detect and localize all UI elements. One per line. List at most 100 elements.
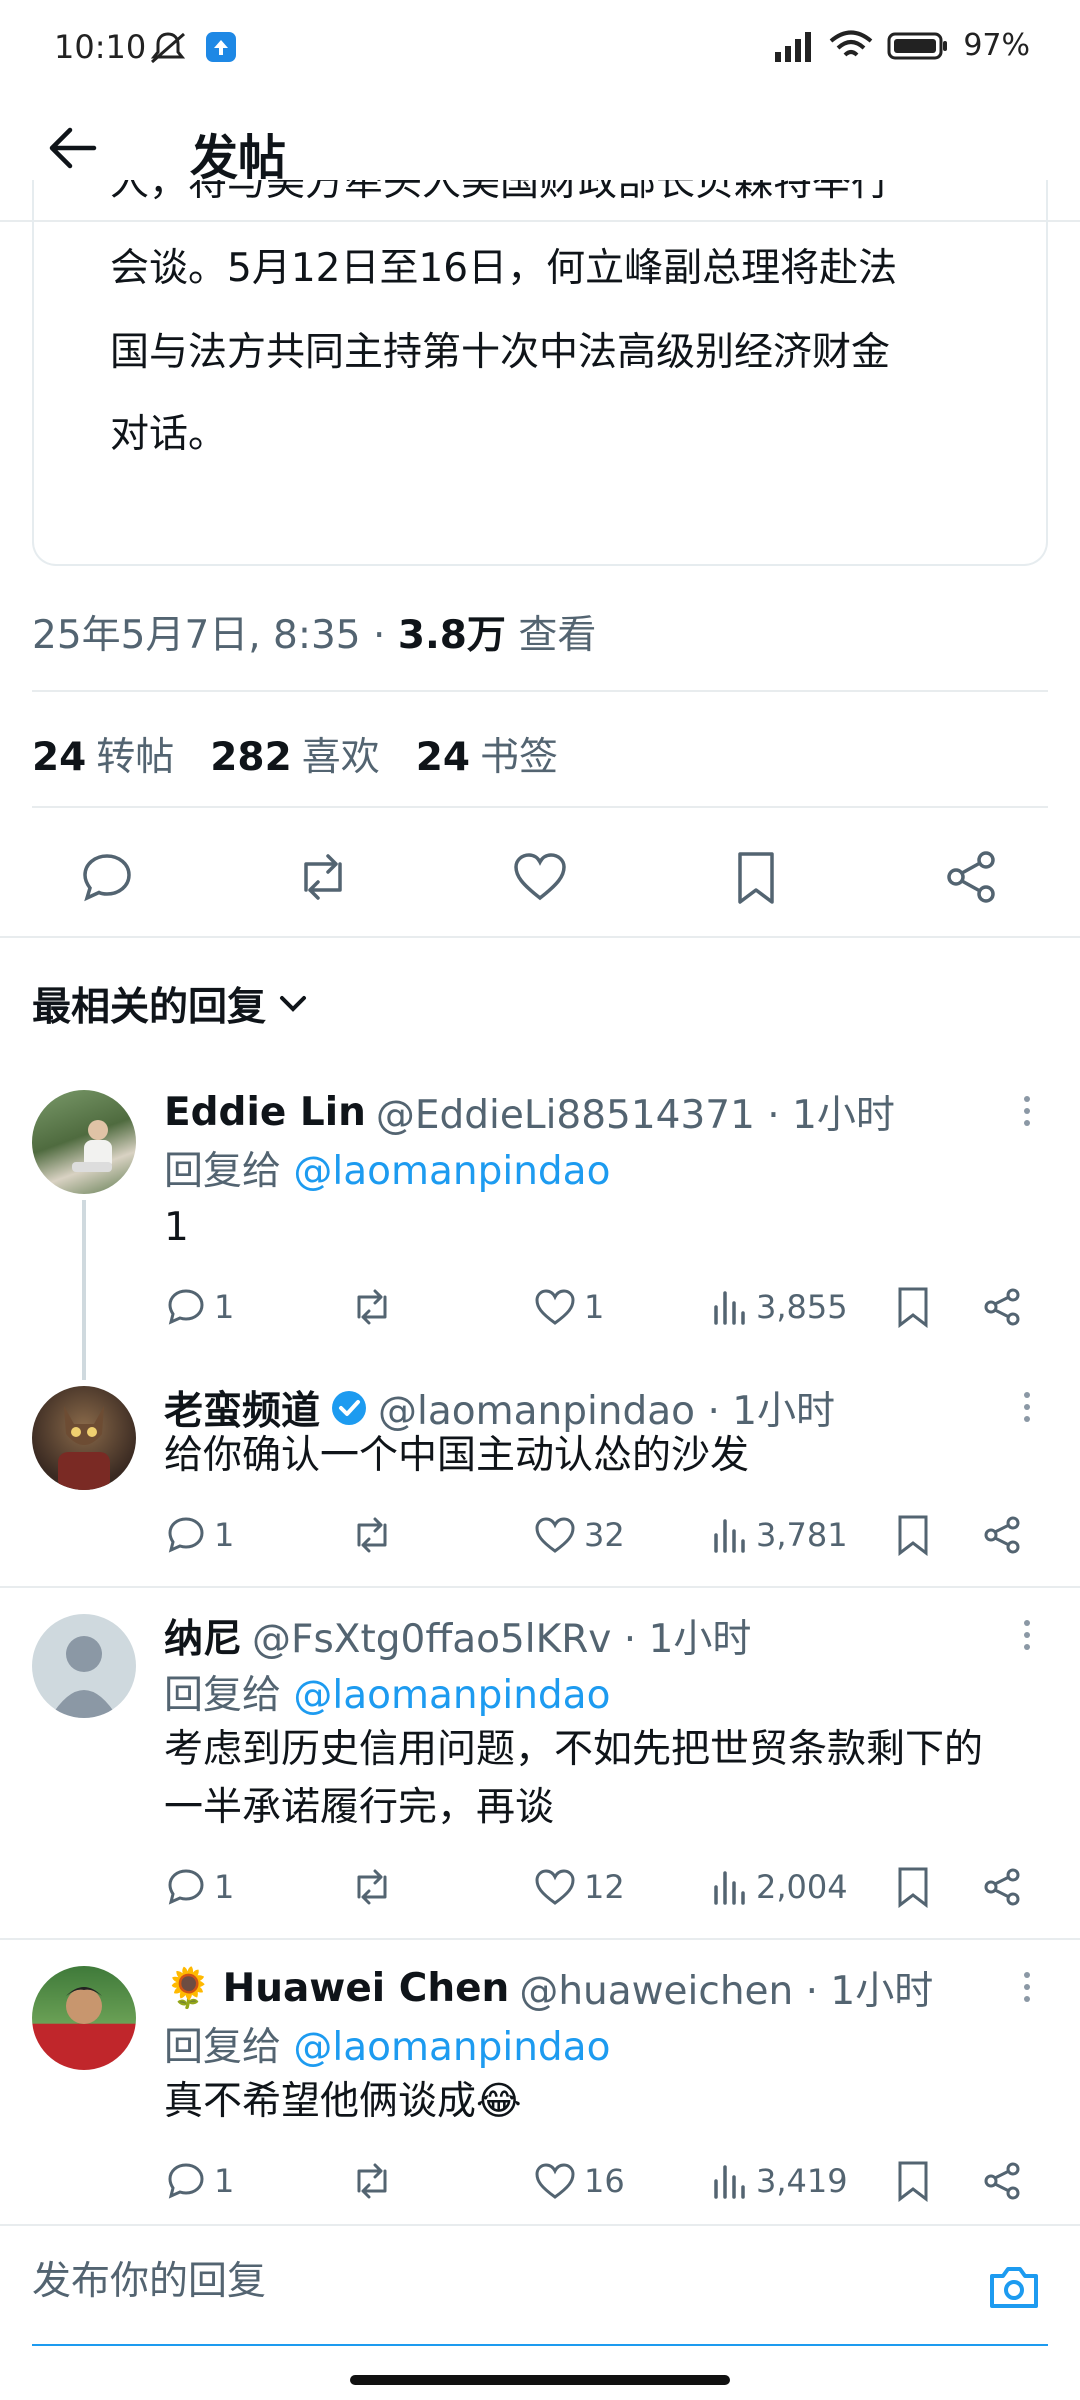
repost-icon <box>357 1869 387 1905</box>
status-right: 97% <box>773 28 1030 63</box>
author-name[interactable]: Eddie Lin <box>164 1090 366 1135</box>
camera-button[interactable] <box>988 2264 1040 2310</box>
repost-icon <box>357 1517 387 1553</box>
reply-header: 纳尼 @FsXtg0ffao5lKRv · 1小时 <box>164 1608 751 1664</box>
reply-repost-button[interactable] <box>350 1867 394 1907</box>
battery-icon <box>887 32 948 59</box>
bookmarks-stat[interactable]: 24 书签 <box>416 726 558 782</box>
reply-compose-input[interactable]: 发布你的回复 <box>32 2250 266 2306</box>
divider <box>32 806 1048 808</box>
author-name[interactable]: 纳尼 <box>164 1608 242 1664</box>
more-options-button[interactable] <box>1024 1096 1032 1132</box>
divider <box>0 936 1080 938</box>
reply-like-button[interactable]: 16 <box>534 2161 625 2201</box>
reply-to: 回复给 @laomanpindao <box>164 1673 611 1718</box>
heart-icon <box>535 1869 575 1905</box>
avatar[interactable] <box>32 1966 136 2070</box>
quoted-text-line: 人，将与美方牵头人美国财政部长贝森特举行 <box>110 180 891 205</box>
views-chart-icon <box>714 1871 745 1905</box>
reply-repost-button[interactable] <box>350 1287 394 1327</box>
share-icon <box>984 1516 1020 1554</box>
heart-icon <box>535 1517 575 1553</box>
reply-repost-button[interactable] <box>350 1515 394 1555</box>
reply-to-link[interactable]: @laomanpindao <box>293 2025 610 2070</box>
views-chart-icon <box>714 1291 745 1325</box>
reply-bookmark-button[interactable] <box>896 2160 930 2202</box>
reply-share-button[interactable] <box>982 1515 1022 1555</box>
share-icon <box>984 2162 1020 2200</box>
home-indicator[interactable] <box>350 2375 730 2385</box>
reply-comment-button[interactable]: 1 <box>166 1515 234 1555</box>
bookmark-icon <box>738 852 774 904</box>
heart-icon <box>535 1289 575 1325</box>
author-handle: @EddieLi88514371 · 1小时 <box>375 1093 895 1138</box>
reply-views-button[interactable]: 3,781 <box>712 1515 848 1555</box>
reply-to: 回复给 @laomanpindao <box>164 2025 611 2070</box>
bookmark-button[interactable] <box>734 850 778 906</box>
more-options-button[interactable] <box>1024 1620 1032 1656</box>
reply-bookmark-button[interactable] <box>896 1286 930 1328</box>
like-button[interactable] <box>512 850 568 904</box>
reply-bookmark-button[interactable] <box>896 1866 930 1908</box>
reply-comment-button[interactable]: 1 <box>166 1867 234 1907</box>
reply-like-button[interactable]: 12 <box>534 1867 625 1907</box>
quoted-text-line: 会谈。5月12日至16日，何立峰副总理将赴法 <box>110 246 898 291</box>
quoted-post-card[interactable]: 人，将与美方牵头人美国财政部长贝森特举行 会谈。5月12日至16日，何立峰副总理… <box>32 180 1048 566</box>
reposts-stat[interactable]: 24 转帖 <box>32 726 174 782</box>
reply-share-button[interactable] <box>982 1867 1022 1907</box>
reply-views-button[interactable]: 3,855 <box>712 1287 848 1327</box>
author-emoji: 🌻 <box>164 1966 213 2011</box>
repost-button[interactable] <box>294 850 352 904</box>
bookmark-icon <box>898 2161 928 2202</box>
likes-stat[interactable]: 282 喜欢 <box>210 726 379 782</box>
heart-icon <box>535 2163 575 2199</box>
reply-to-link[interactable]: @laomanpindao <box>293 1673 610 1718</box>
divider <box>0 2224 1080 2226</box>
reply-comment-button[interactable]: 1 <box>166 2161 234 2201</box>
reply-comment-button[interactable]: 1 <box>166 1287 234 1327</box>
reply-text-line: 一半承诺履行完，再谈 <box>164 1785 555 1830</box>
reply-like-button[interactable]: 32 <box>534 1515 625 1555</box>
back-button[interactable] <box>46 126 98 170</box>
more-options-button[interactable] <box>1024 1392 1032 1428</box>
signal-icon <box>775 31 812 62</box>
views-chart-icon <box>714 1519 745 1553</box>
reply-share-button[interactable] <box>982 1287 1022 1327</box>
author-name[interactable]: Huawei Chen <box>223 1966 510 2011</box>
reply-share-button[interactable] <box>982 2161 1022 2201</box>
reply-repost-button[interactable] <box>350 2161 394 2201</box>
avatar[interactable] <box>32 1386 136 1490</box>
verified-badge-icon <box>332 1391 367 1425</box>
reply-views-button[interactable]: 3,419 <box>712 2161 848 2201</box>
more-options-button[interactable] <box>1024 1972 1032 2008</box>
avatar[interactable] <box>32 1614 136 1718</box>
reply-to: 回复给 @laomanpindao <box>164 1149 611 1194</box>
reply-views-button[interactable]: 2,004 <box>712 1867 848 1907</box>
views-count: 3.8万 <box>397 613 506 658</box>
page-title: 发帖 <box>190 130 287 186</box>
reply-action-bar: 1 16 3,419 <box>0 2156 1080 2206</box>
camera-icon <box>990 2267 1038 2308</box>
quoted-text-line: 对话。 <box>110 412 228 457</box>
status-time: 10:10 <box>54 28 147 66</box>
bookmark-icon <box>898 1867 928 1908</box>
reply-text-line: 考虑到历史信用问题，不如先把世贸条款剩下的 <box>164 1727 984 1772</box>
reply-button[interactable] <box>80 850 134 904</box>
share-icon <box>984 1288 1020 1326</box>
reply-header: Eddie Lin @EddieLi88514371 · 1小时 <box>164 1084 895 1140</box>
avatar[interactable] <box>32 1090 136 1194</box>
reply-like-button[interactable]: 1 <box>534 1287 604 1327</box>
reply-header: 🌻 Huawei Chen @huaweichen · 1小时 <box>164 1960 933 2016</box>
sort-label: 最相关的回复 <box>32 985 267 1030</box>
comment-icon <box>168 2163 204 2199</box>
views-label: 查看 <box>505 613 597 658</box>
reply-bookmark-button[interactable] <box>896 1514 930 1556</box>
reply-text: 给你确认一个中国主动认怂的沙发 <box>164 1433 750 1478</box>
repost-icon <box>357 2163 387 2199</box>
reply-sort-dropdown[interactable]: 最相关的回复 <box>32 976 308 1032</box>
share-button[interactable] <box>944 850 998 904</box>
reply-to-link[interactable]: @laomanpindao <box>293 1149 610 1194</box>
post-meta: 25年5月7日, 8:35 · 3.8万 查看 <box>32 604 596 660</box>
divider <box>0 1938 1080 1940</box>
reply-text: 1 <box>164 1205 189 1250</box>
